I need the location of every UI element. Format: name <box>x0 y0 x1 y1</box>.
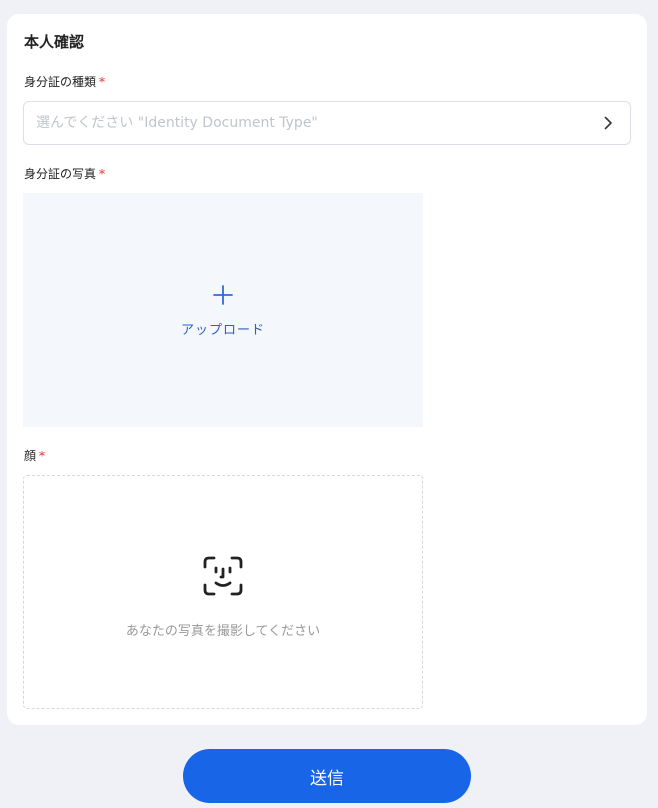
doc-type-label: 身分証の種類 * <box>24 74 105 90</box>
doc-type-label-text: 身分証の種類 <box>24 75 97 89</box>
required-mark: * <box>99 75 106 89</box>
face-label: 顔 * <box>24 448 45 464</box>
face-capture-area[interactable]: あなたの写真を撮影してください <box>23 475 423 709</box>
doc-photo-upload[interactable]: アップロード <box>23 193 423 427</box>
doc-type-placeholder: 選んでください "Identity Document Type" <box>36 115 318 131</box>
doc-photo-label: 身分証の写真 * <box>24 166 105 182</box>
plus-icon <box>213 285 233 305</box>
submit-button[interactable]: 送信 <box>183 749 471 803</box>
upload-label: アップロード <box>180 323 265 338</box>
page-title: 本人確認 <box>24 33 85 51</box>
required-mark: * <box>99 167 106 181</box>
chevron-right-icon <box>604 116 612 130</box>
face-hint: あなたの写真を撮影してください <box>125 624 321 639</box>
face-scan-icon <box>203 556 243 596</box>
required-mark: * <box>39 449 46 463</box>
verification-card: 本人確認 身分証の種類 * 選んでください "Identity Document … <box>7 14 647 725</box>
face-label-text: 顔 <box>24 449 37 463</box>
doc-type-select[interactable]: 選んでください "Identity Document Type" <box>23 101 631 145</box>
doc-photo-label-text: 身分証の写真 <box>24 167 97 181</box>
